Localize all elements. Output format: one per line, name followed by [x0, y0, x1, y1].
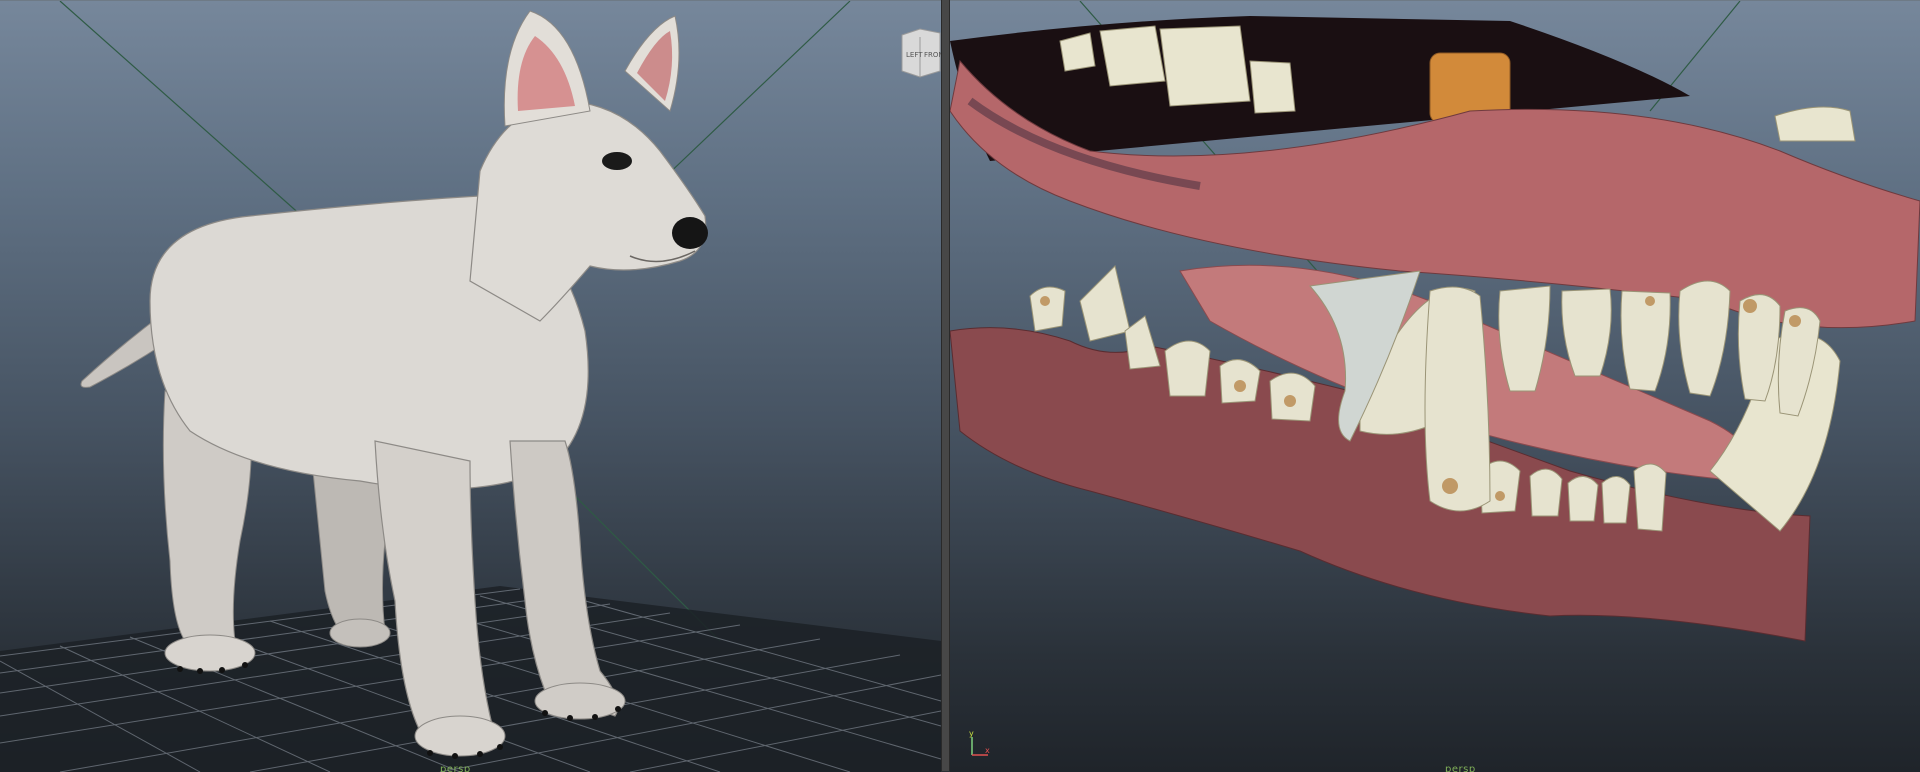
scene-right: [950, 1, 1920, 642]
axis-indicator: y x: [969, 729, 990, 756]
scene-left: [0, 1, 941, 772]
dog-paw: [534, 682, 626, 720]
axis-y-label: y: [969, 729, 974, 738]
viewcube[interactable]: LEFT FRONT: [900, 27, 941, 79]
axis-line: [59, 1, 331, 242]
dog-paw: [414, 715, 506, 757]
viewport-left[interactable]: LEFT FRONT persp: [0, 0, 941, 772]
dog-head: [469, 100, 707, 322]
dog-eye: [602, 152, 632, 170]
upper-tooth: [1774, 106, 1856, 142]
dog-nose: [672, 217, 708, 249]
viewport-right[interactable]: y x persp: [950, 0, 1920, 772]
dog-paw: [164, 634, 256, 672]
axis-x-label: x: [985, 746, 990, 755]
viewport-divider[interactable]: [941, 0, 950, 771]
dog-paw: [329, 618, 391, 648]
viewcube-front-face: FRONT: [924, 51, 941, 59]
viewcube-left-face: LEFT: [906, 51, 923, 59]
